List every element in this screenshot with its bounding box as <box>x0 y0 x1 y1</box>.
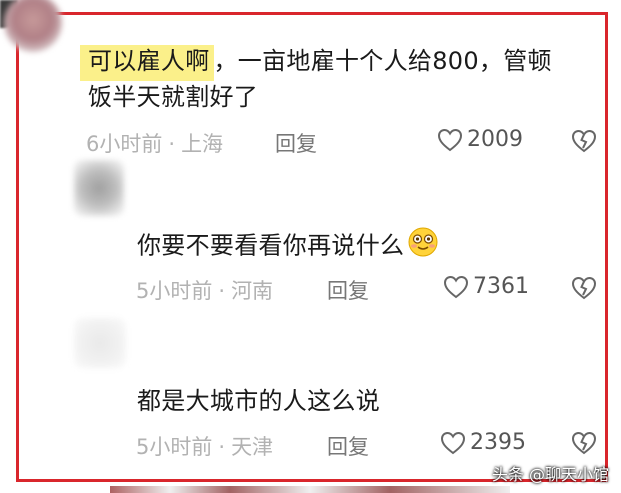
avatar[interactable] <box>74 318 126 368</box>
comment-text: 都是大城市的人这么说 <box>137 387 380 415</box>
like-button[interactable]: 2009 <box>437 127 523 152</box>
comment-text: 你要不要看看你再说什么 <box>137 226 440 267</box>
comment-text-line2: 饭半天就割好了 <box>88 83 259 111</box>
like-count: 2009 <box>467 127 523 152</box>
like-count: 2395 <box>470 430 526 455</box>
reply-button[interactable]: 回复 <box>327 275 369 305</box>
comment-meta: 5小时前 · 河南 <box>136 275 273 305</box>
separator: · <box>218 279 226 303</box>
reply-button[interactable]: 回复 <box>327 431 369 461</box>
heart-icon <box>443 275 469 299</box>
separator: · <box>168 132 176 156</box>
comment-text: 可以雇人啊 ，一亩地雇十个人给800，管顿 <box>80 44 608 81</box>
smiling-face-icon <box>406 226 440 267</box>
comment-meta: 5小时前 · 天津 <box>136 431 273 461</box>
dislike-icon[interactable] <box>571 129 597 153</box>
like-button[interactable]: 2395 <box>440 430 526 455</box>
dislike-icon[interactable] <box>571 276 597 300</box>
avatar[interactable] <box>74 160 124 216</box>
heart-icon <box>440 431 466 455</box>
reply-button[interactable]: 回复 <box>275 128 317 158</box>
location: 河南 <box>231 279 274 303</box>
next-content-fragment <box>110 486 510 493</box>
watermark: 头条 @聊天小馆 <box>491 465 609 484</box>
location: 天津 <box>231 435 274 459</box>
like-button[interactable]: 7361 <box>443 274 529 299</box>
comment-meta: 6小时前 · 上海 <box>86 128 223 158</box>
timestamp: 6小时前 <box>86 132 163 156</box>
heart-icon <box>437 128 463 152</box>
like-count: 7361 <box>473 274 529 299</box>
location: 上海 <box>181 132 224 156</box>
separator: · <box>218 435 226 459</box>
timestamp: 5小时前 <box>136 279 213 303</box>
timestamp: 5小时前 <box>136 435 213 459</box>
dislike-icon[interactable] <box>571 431 597 455</box>
highlighted-text: 可以雇人啊 <box>80 45 214 81</box>
